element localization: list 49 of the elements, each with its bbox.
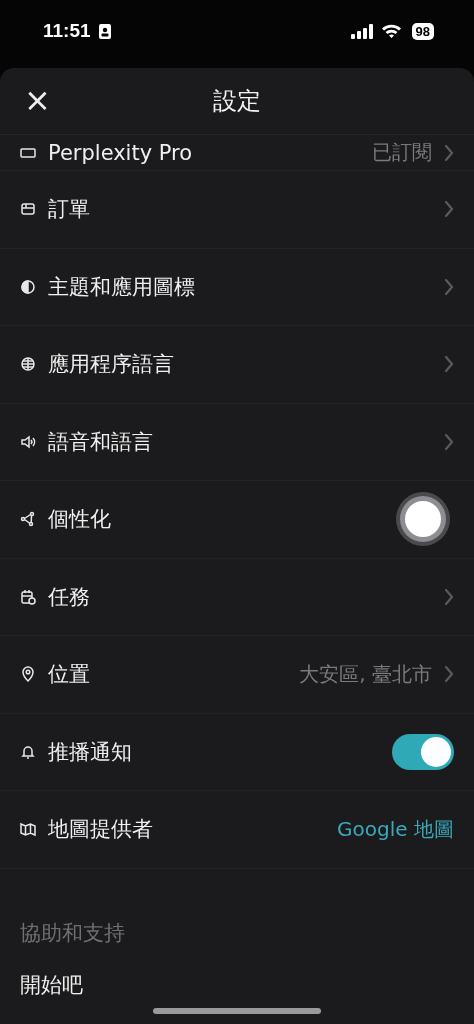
chevron-icon <box>444 665 454 684</box>
chevron-icon <box>444 143 454 162</box>
row-label: 任務 <box>48 583 90 611</box>
settings-row[interactable]: 地圖提供者 Google 地圖 <box>0 791 474 869</box>
row-label: 應用程序語言 <box>48 351 174 379</box>
share-nodes-icon <box>20 511 36 528</box>
battery-level: 98 <box>411 22 434 40</box>
close-button[interactable]: × <box>20 80 55 120</box>
settings-row[interactable]: 應用程序語言 <box>0 326 474 404</box>
row-label: 推播通知 <box>48 738 132 766</box>
row-label: 主題和應用圖標 <box>48 273 195 301</box>
sheet-title: 設定 <box>213 86 261 117</box>
settings-row[interactable]: 推播通知 <box>0 713 474 791</box>
status-time: 11:51 <box>43 20 91 42</box>
row-label: 語音和語言 <box>48 428 153 456</box>
settings-row[interactable]: 主題和應用圖標 <box>0 248 474 326</box>
section-title: 協助和支持 <box>20 919 126 947</box>
row-label: 位置 <box>48 661 90 689</box>
help-item[interactable]: 開始吧 <box>20 970 454 999</box>
chevron-icon <box>444 200 454 219</box>
row-label: Perplexity Pro <box>48 140 193 165</box>
map-icon <box>20 821 36 838</box>
wifi-icon <box>380 23 402 39</box>
contact-card-icon <box>98 23 111 39</box>
toggle-switch[interactable] <box>392 733 454 770</box>
settings-row[interactable]: 個性化 <box>0 481 474 559</box>
box-icon <box>20 201 36 218</box>
row-label: 訂單 <box>48 196 90 224</box>
chevron-icon <box>444 432 454 451</box>
chevron-icon <box>444 277 454 296</box>
row-label: 地圖提供者 <box>48 816 153 844</box>
calendar-clock-icon <box>20 588 36 605</box>
row-value[interactable]: Google 地圖 <box>337 815 454 843</box>
settings-row[interactable]: 任務 <box>0 558 474 636</box>
settings-row[interactable]: 語音和語言 <box>0 403 474 481</box>
bell-icon <box>20 743 36 760</box>
row-value: 大安區, 臺北市 <box>299 660 432 688</box>
location-pin-icon <box>20 666 36 683</box>
globe-icon <box>20 356 36 373</box>
half-circle-icon <box>20 278 36 295</box>
signal-icon <box>350 23 375 39</box>
row-label: 個性化 <box>48 506 111 534</box>
speaker-icon <box>20 433 36 450</box>
settings-row[interactable]: 位置 大安區, 臺北市 <box>0 636 474 714</box>
settings-row[interactable]: Perplexity Pro 已訂閱 <box>0 135 474 171</box>
chevron-icon <box>444 355 454 374</box>
row-value: 已訂閱 <box>372 139 432 166</box>
settings-row[interactable]: 訂單 <box>0 171 474 249</box>
chevron-icon <box>444 587 454 606</box>
